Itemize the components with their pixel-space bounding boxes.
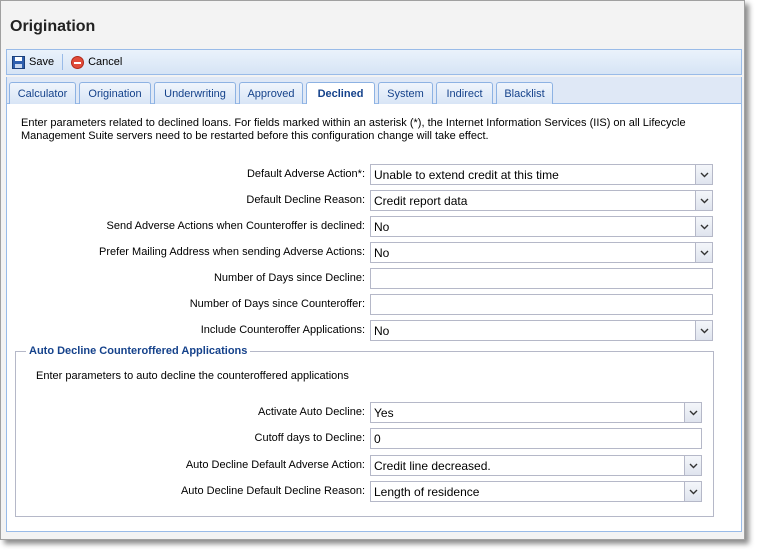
auto-decline-adverse-action-select[interactable]: Credit line decreased. <box>370 455 702 476</box>
toolbar: Save Cancel <box>6 49 742 75</box>
cancel-circle-icon <box>71 55 85 69</box>
tab-calculator[interactable]: Calculator <box>9 82 76 104</box>
tab-system[interactable]: System <box>378 82 433 104</box>
send-adverse-actions-select[interactable]: No <box>370 216 713 237</box>
days-since-decline-label: Number of Days since Decline: <box>213 272 365 284</box>
days-since-counteroffer-input[interactable] <box>370 294 713 315</box>
chevron-down-icon[interactable] <box>684 482 701 501</box>
chevron-down-icon[interactable] <box>695 191 712 210</box>
intro-text: Enter parameters related to declined loa… <box>21 117 686 142</box>
activate-auto-decline-label: Activate Auto Decline: <box>257 406 365 418</box>
auto-decline-reason-value: Length of residence <box>374 484 480 499</box>
days-since-decline-input[interactable] <box>370 268 713 289</box>
default-decline-reason-label: Default Decline Reason: <box>246 194 365 206</box>
cutoff-days-label: Cutoff days to Decline: <box>254 432 365 444</box>
tab-origination[interactable]: Origination <box>79 82 151 104</box>
tab-approved[interactable]: Approved <box>239 82 303 104</box>
send-adverse-actions-value: No <box>374 219 390 234</box>
include-counteroffer-select[interactable]: No <box>370 320 713 341</box>
chevron-down-icon[interactable] <box>695 243 712 262</box>
include-counteroffer-label: Include Counteroffer Applications: <box>200 324 365 336</box>
include-counteroffer-value: No <box>374 323 390 338</box>
cutoff-days-input[interactable]: 0 <box>370 428 702 449</box>
auto-decline-reason-label: Auto Decline Default Decline Reason: <box>180 485 365 497</box>
tab-blacklist[interactable]: Blacklist <box>496 82 553 104</box>
cancel-button[interactable]: Cancel <box>71 55 123 69</box>
days-since-counteroffer-label: Number of Days since Counteroffer: <box>189 298 365 310</box>
chevron-down-icon[interactable] <box>684 403 701 422</box>
toolbar-separator <box>62 54 64 70</box>
activate-auto-decline-select[interactable]: Yes <box>370 402 702 423</box>
default-decline-reason-select[interactable]: Credit report data <box>370 190 713 211</box>
window-title: Origination <box>10 18 96 35</box>
prefer-mailing-address-value: No <box>374 245 390 260</box>
floppy-disk-icon <box>12 55 25 69</box>
auto-decline-reason-select[interactable]: Length of residence <box>370 481 702 502</box>
prefer-mailing-address-select[interactable]: No <box>370 242 713 263</box>
tab-underwriting[interactable]: Underwriting <box>154 82 236 104</box>
auto-decline-adverse-action-label: Auto Decline Default Adverse Action: <box>185 459 365 471</box>
tab-declined[interactable]: Declined <box>306 82 375 105</box>
chevron-down-icon[interactable] <box>695 217 712 236</box>
default-decline-reason-value: Credit report data <box>374 193 468 208</box>
chevron-down-icon[interactable] <box>695 321 712 340</box>
default-adverse-action-value: Unable to extend credit at this time <box>374 167 559 182</box>
chevron-down-icon[interactable] <box>684 456 701 475</box>
auto-decline-legend: Auto Decline Counteroffered Applications <box>26 345 251 357</box>
send-adverse-actions-label: Send Adverse Actions when Counteroffer i… <box>106 220 365 232</box>
default-adverse-action-select[interactable]: Unable to extend credit at this time <box>370 164 713 185</box>
auto-decline-adverse-action-value: Credit line decreased. <box>374 458 491 473</box>
save-button[interactable]: Save <box>12 55 55 69</box>
save-button-label: Save <box>29 56 55 68</box>
auto-decline-intro: Enter parameters to auto decline the cou… <box>36 370 349 382</box>
tab-strip: Calculator Origination Underwriting Appr… <box>6 77 742 105</box>
cancel-button-label: Cancel <box>88 56 123 68</box>
tab-indirect[interactable]: Indirect <box>436 82 493 104</box>
activate-auto-decline-value: Yes <box>374 405 394 420</box>
default-adverse-action-label: Default Adverse Action*: <box>246 168 365 180</box>
prefer-mailing-address-label: Prefer Mailing Address when sending Adve… <box>99 246 365 258</box>
chevron-down-icon[interactable] <box>695 165 712 184</box>
